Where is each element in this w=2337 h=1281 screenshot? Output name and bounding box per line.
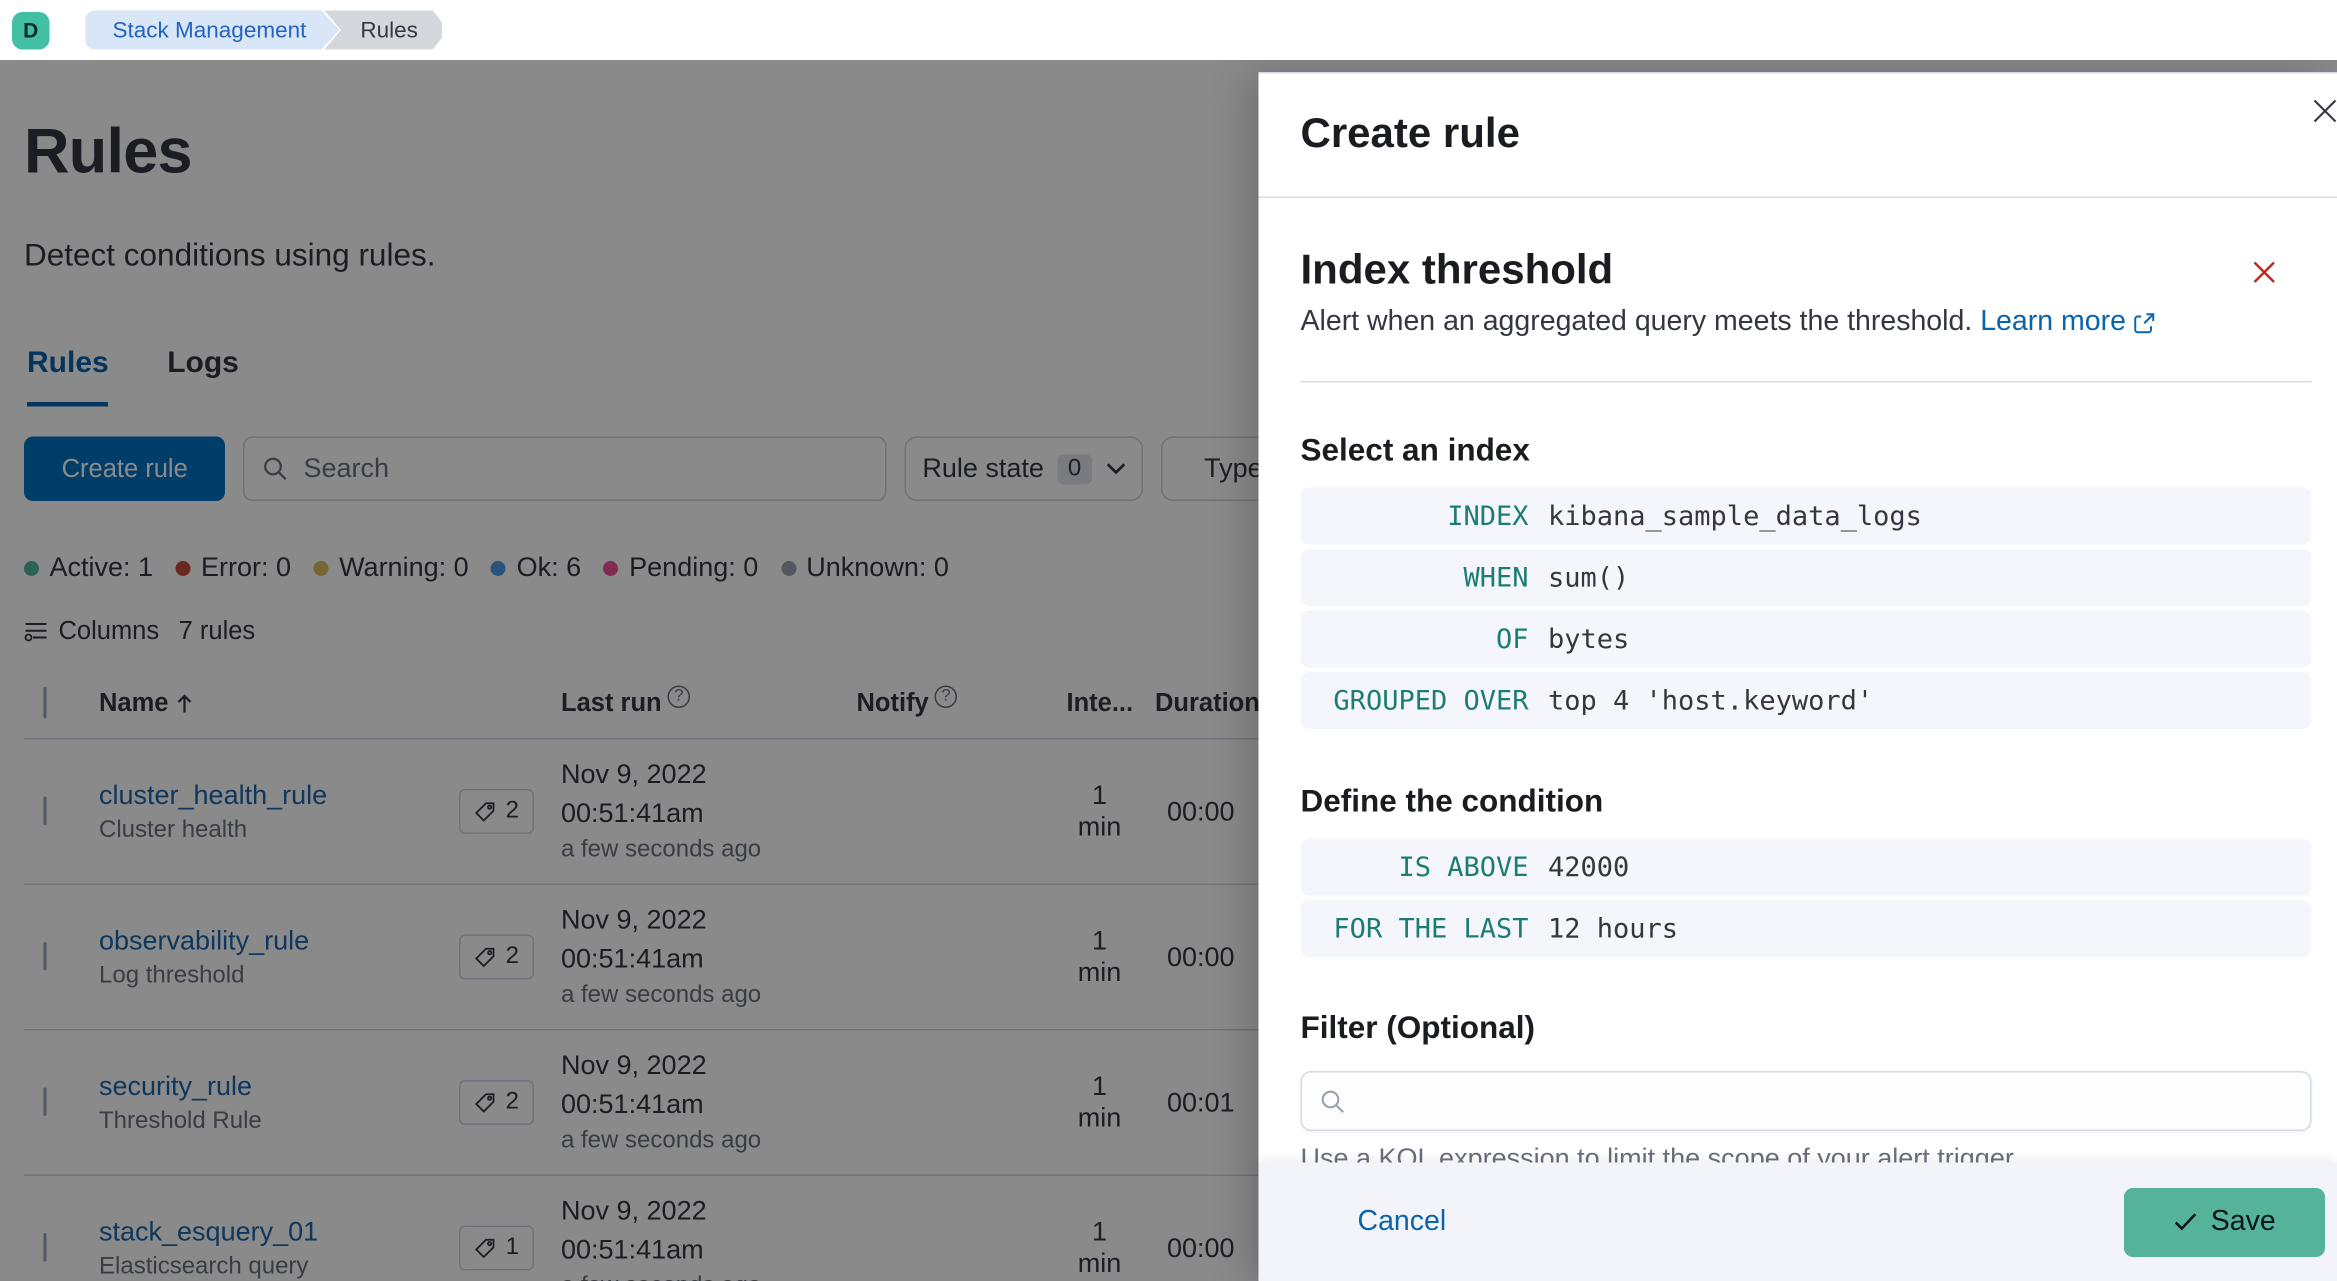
kql-filter-input[interactable]: [1359, 1085, 2292, 1117]
threshold-expression[interactable]: IS ABOVE 42000: [1300, 838, 2312, 896]
breadcrumb: Stack Management Rules: [86, 11, 442, 50]
breadcrumb-rules: Rules: [324, 11, 442, 50]
flyout-footer: Cancel Save: [1258, 1162, 2337, 1281]
close-icon[interactable]: [2306, 92, 2337, 131]
divider: [1300, 381, 2312, 383]
select-index-heading: Select an index: [1300, 433, 1530, 469]
flyout-body: Index threshold Alert when an aggregated…: [1259, 198, 2337, 1175]
condition-expression-list: IS ABOVE 42000 FOR THE LAST 12 hours: [1300, 838, 2312, 957]
time-window-expression[interactable]: FOR THE LAST 12 hours: [1300, 900, 2312, 957]
app-window: D Stack Management Rules Rules Detect co…: [0, 0, 2337, 1281]
create-rule-flyout: Create rule Index threshold Alert when a…: [1258, 72, 2337, 1281]
flyout-header: Create rule: [1258, 74, 2337, 198]
breadcrumb-stack-management[interactable]: Stack Management: [86, 11, 340, 50]
save-button[interactable]: Save: [2124, 1187, 2325, 1257]
remove-rule-type-icon[interactable]: [2250, 258, 2279, 287]
rule-type-description: Alert when an aggregated query meets the…: [1300, 306, 1973, 338]
index-expression-list: INDEX kibana_sample_data_logs WHEN sum()…: [1300, 487, 2312, 729]
of-expression[interactable]: OF bytes: [1300, 610, 2312, 668]
search-icon: [1320, 1088, 1346, 1114]
define-condition-heading: Define the condition: [1300, 784, 1604, 820]
filter-heading: Filter (Optional): [1300, 1011, 1535, 1046]
space-avatar[interactable]: D: [12, 11, 50, 49]
top-header-bar: D Stack Management Rules: [0, 0, 2337, 60]
index-expression[interactable]: INDEX kibana_sample_data_logs: [1300, 487, 2312, 545]
when-expression[interactable]: WHEN sum(): [1300, 549, 2312, 606]
flyout-title: Create rule: [1300, 109, 1520, 157]
learn-more-link[interactable]: Learn more: [1980, 306, 2156, 339]
external-link-icon: [2133, 311, 2156, 334]
grouped-over-expression[interactable]: GROUPED OVER top 4 'host.keyword': [1300, 672, 2312, 729]
check-icon: [2173, 1212, 2197, 1232]
kql-filter-box[interactable]: [1300, 1071, 2312, 1131]
rule-type-title: Index threshold: [1300, 246, 1614, 293]
cancel-button[interactable]: Cancel: [1358, 1205, 1447, 1238]
